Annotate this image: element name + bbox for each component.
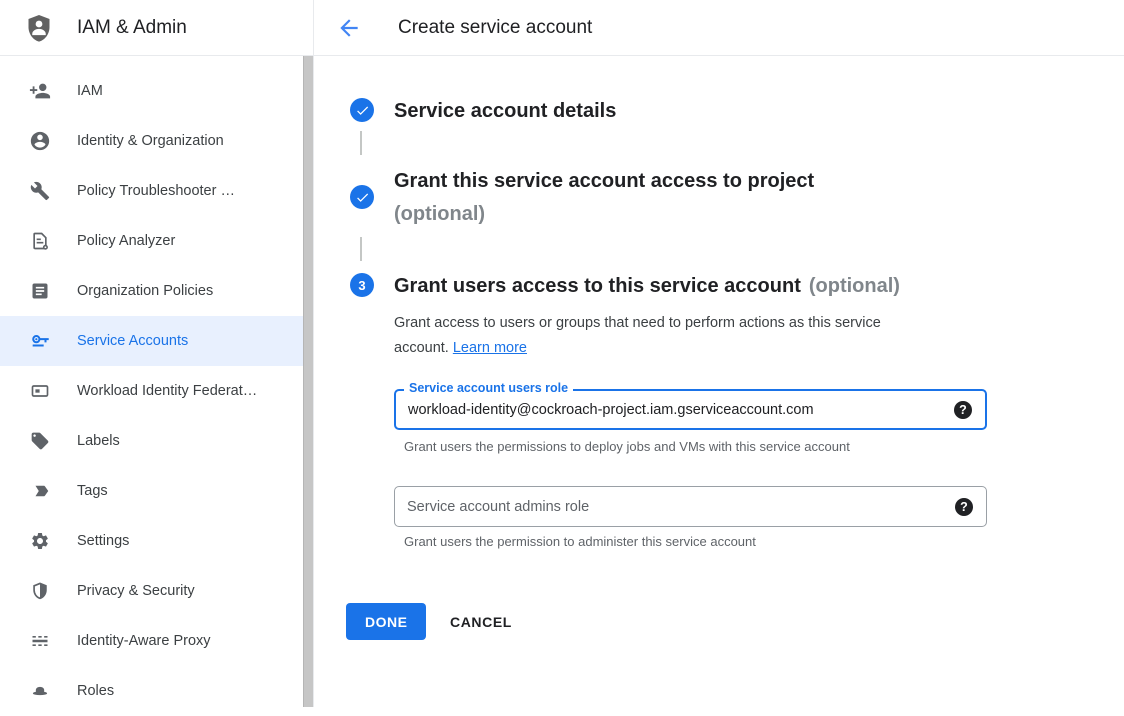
sidebar-item-organization-policies[interactable]: Organization Policies [0,266,303,316]
hat-icon [28,679,52,703]
sidebar-item-roles[interactable]: Roles [0,666,303,716]
sidebar-item-policy-analyzer[interactable]: Policy Analyzer [0,216,303,266]
sidebar-item-label: Service Accounts [77,333,188,349]
sidebar-item-label: Settings [77,533,129,549]
sidebar-item-label: Organization Policies [77,283,213,299]
users-role-field-label: Service account users role [404,381,573,395]
article-icon [28,279,52,303]
sidebar-item-label: Privacy & Security [77,583,195,599]
sidebar-item-label: Policy Troubleshooter … [77,183,235,199]
step1-title[interactable]: Service account details [394,99,616,124]
sidebar-item-tags[interactable]: Tags [0,466,303,516]
sidebar-scrollbar-thumb[interactable] [303,56,313,707]
wrench-icon [28,179,52,203]
step2-completed-indicator[interactable] [350,185,374,209]
users-role-input[interactable] [396,391,985,428]
proxy-icon [28,629,52,653]
sidebar-item-label: Identity-Aware Proxy [77,633,211,649]
sidebar-item-labels[interactable]: Labels [0,416,303,466]
step2-title[interactable]: Grant this service account access to pro… [394,165,814,231]
step2-title-text: Grant this service account access to pro… [394,165,814,198]
sidebar-item-identity-organization[interactable]: Policy Troubleshooter … Identity & Organ… [0,116,303,166]
iam-shield-logo-icon [24,12,54,44]
admins-role-input[interactable] [395,487,986,526]
sidebar-item-label: Workload Identity Federat… [77,383,257,399]
step-connector [360,131,362,155]
sidebar-item-iam[interactable]: IAM [0,66,303,116]
gear-icon [28,529,52,553]
admins-role-helper-text: Grant users the permission to administer… [404,534,756,549]
sidebar-item-workload-identity-federation[interactable]: Workload Identity Federat… [0,366,303,416]
step1-completed-indicator[interactable] [350,98,374,122]
check-icon [355,190,370,205]
step-connector [360,237,362,261]
learn-more-link[interactable]: Learn more [453,340,527,356]
step3-title-text: Grant users access to this service accou… [394,275,801,297]
help-icon[interactable]: ? [955,498,973,516]
sidebar-item-service-accounts[interactable]: Service Accounts [0,316,303,366]
sidebar-item-identity-aware-proxy[interactable]: Identity-Aware Proxy [0,616,303,666]
sidebar-item-label: Roles [77,683,114,699]
tag-icon [28,429,52,453]
users-role-field-container: Service account users role ? [394,389,987,430]
step3-number-indicator: 3 [350,273,374,297]
step2-optional-text: (optional) [394,198,814,231]
page-title: Create service account [398,17,592,39]
label-arrow-icon [28,479,52,503]
step3-description: Grant access to users or groups that nee… [394,311,946,361]
card-icon [28,379,52,403]
step3-number: 3 [358,278,365,293]
step3-title: Grant users access to this service accou… [394,274,900,299]
sidebar-item-label: IAM [77,83,103,99]
service-account-key-icon [28,329,52,353]
page-header: Create service account [314,0,1124,56]
sidebar-item-label: Identity & Organization [77,133,224,149]
sidebar-item-label: Policy Analyzer [77,233,175,249]
step3-optional-text: (optional) [809,275,900,297]
sidebar-nav: IAM Policy Troubleshooter … Identity & O… [0,56,313,716]
arrow-back-icon [336,15,362,41]
back-button[interactable] [336,15,362,41]
sidebar-header: IAM & Admin [0,0,313,56]
help-icon[interactable]: ? [954,401,972,419]
admins-role-field-container: ? [394,486,987,527]
sidebar-item-policy-troubleshooter[interactable]: Policy Troubleshooter … [0,166,303,216]
check-icon [355,103,370,118]
sidebar: IAM & Admin IAM Policy Troubleshooter … … [0,0,314,707]
person-add-icon [28,79,52,103]
app-title: IAM & Admin [77,17,187,39]
document-gear-icon [28,229,52,253]
users-role-helper-text: Grant users the permissions to deploy jo… [404,439,850,454]
sidebar-item-label: Labels [77,433,120,449]
shield-half-icon [28,579,52,603]
sidebar-item-settings[interactable]: Settings [0,516,303,566]
sidebar-item-privacy-security[interactable]: Privacy & Security [0,566,303,616]
done-button[interactable]: DONE [346,603,426,640]
main-content: Create service account Service account d… [314,0,1124,707]
sidebar-item-label: Tags [77,483,108,499]
account-circle-icon [28,129,52,153]
cancel-button[interactable]: CANCEL [430,603,532,640]
